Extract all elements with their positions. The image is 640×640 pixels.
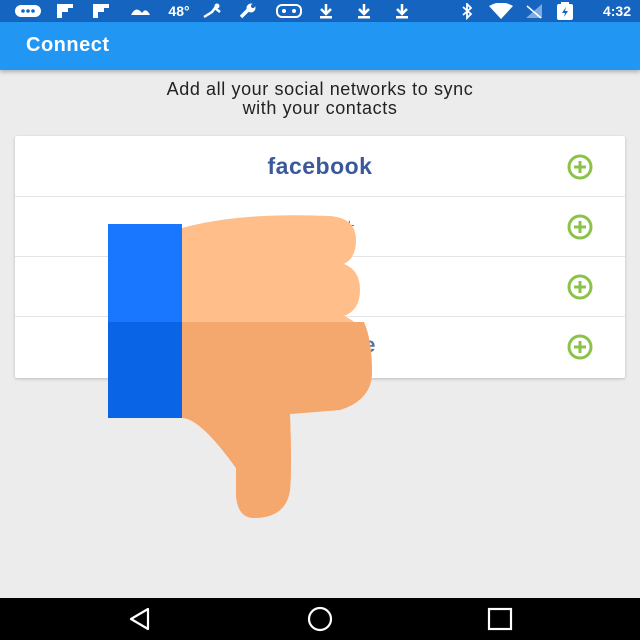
home-icon[interactable]: [306, 606, 334, 632]
thumbs-down-icon: [108, 215, 372, 518]
navigation-bar: [0, 598, 640, 640]
back-icon[interactable]: [126, 606, 154, 632]
recents-icon[interactable]: [486, 606, 514, 632]
